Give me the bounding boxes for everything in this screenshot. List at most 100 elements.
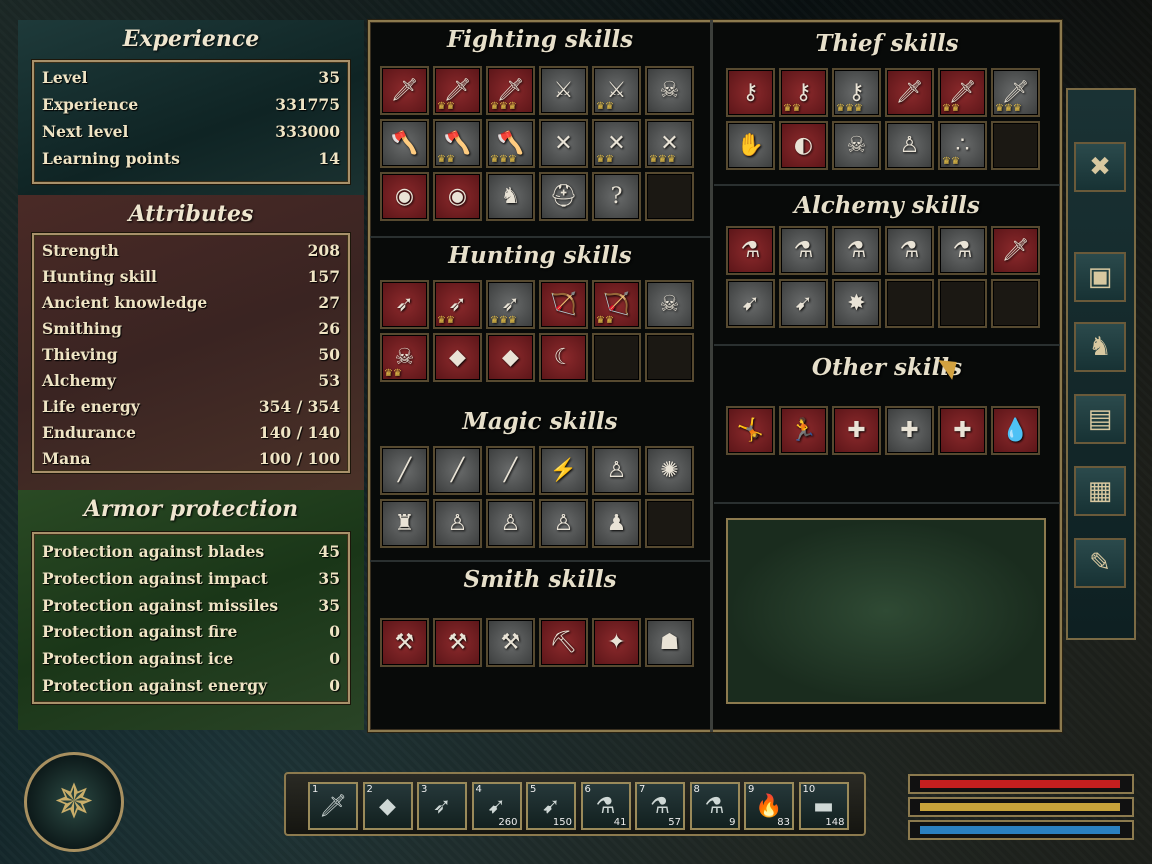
- bow-icon[interactable]: ➶ ♛♛: [433, 280, 482, 329]
- bow-icon: ➶: [432, 793, 452, 819]
- quick-slot-7[interactable]: 7 ⚗ 57: [635, 782, 685, 830]
- troll-icon[interactable]: ☠: [645, 280, 694, 329]
- acrobat-icon[interactable]: ◐: [779, 121, 828, 170]
- hand-icon[interactable]: ✋: [726, 121, 775, 170]
- empty-slot[interactable]: [991, 121, 1040, 170]
- crossbow-icon[interactable]: ✕ ♛♛♛: [645, 119, 694, 168]
- arrow-icon[interactable]: ➹: [726, 279, 775, 328]
- key-icon[interactable]: ⚷ ♛♛♛: [832, 68, 881, 117]
- poison-sword-icon[interactable]: 🗡: [991, 226, 1040, 275]
- fire-regen-icon[interactable]: ✚: [885, 406, 934, 455]
- stat-label: Alchemy: [42, 371, 116, 390]
- plant-potion-icon[interactable]: ⚗: [779, 226, 828, 275]
- green-hide-icon[interactable]: ◆: [486, 333, 535, 382]
- quick-slot-1[interactable]: 1 🗡: [308, 782, 358, 830]
- crossed-swords-icon[interactable]: ⚔ ♛♛: [592, 66, 641, 115]
- empty-slot[interactable]: [645, 172, 694, 221]
- acrobatics-icon[interactable]: 🤸: [726, 406, 775, 455]
- sprint-icon[interactable]: 🏃: [779, 406, 828, 455]
- close-icon[interactable]: ✖: [1074, 142, 1126, 192]
- empty-slot[interactable]: [885, 279, 934, 328]
- pickaxe-icon-glyph: ⛏: [549, 630, 578, 655]
- quick-slot-5[interactable]: 5 ➹ 150: [526, 782, 576, 830]
- potion-icon[interactable]: ⚗: [832, 226, 881, 275]
- axe-icon[interactable]: 🪓 ♛♛♛: [486, 119, 535, 168]
- hide-icon[interactable]: ◆: [433, 333, 482, 382]
- staff-icon[interactable]: ╱: [380, 446, 429, 495]
- anvil-icon[interactable]: ⚒: [433, 618, 482, 667]
- empty-slot[interactable]: [938, 279, 987, 328]
- key-icon[interactable]: ⚷ ♛♛: [779, 68, 828, 117]
- skeleton-icon[interactable]: ☠ ♛♛: [380, 333, 429, 382]
- quick-slot-6[interactable]: 6 ⚗ 41: [580, 782, 631, 830]
- magic-arrow-icon[interactable]: ➹: [779, 279, 828, 328]
- pickpocket-icon[interactable]: 🗡: [885, 68, 934, 117]
- anvil-icon[interactable]: ⚒: [380, 618, 429, 667]
- ogre-icon[interactable]: ☠: [645, 66, 694, 115]
- helmet-icon[interactable]: ⛑: [539, 172, 588, 221]
- quick-slot-2[interactable]: 2 ◆: [362, 782, 413, 830]
- question-mark-icon-glyph: ?: [610, 184, 623, 209]
- empty-slot[interactable]: [592, 333, 641, 382]
- armor-icon[interactable]: ♜: [380, 499, 429, 548]
- claw-icon[interactable]: ☾: [539, 333, 588, 382]
- robe-icon[interactable]: ♙: [486, 499, 535, 548]
- health-regen-icon[interactable]: ✚: [938, 406, 987, 455]
- anvil-icon[interactable]: ⚒: [486, 618, 535, 667]
- bow-icon[interactable]: ➶: [380, 280, 429, 329]
- inventory-chest-icon[interactable]: ▣: [1074, 252, 1126, 302]
- sharpen-icon[interactable]: ✦: [592, 618, 641, 667]
- quick-slot-9[interactable]: 9 🔥 83: [744, 782, 794, 830]
- sword-icon[interactable]: 🗡 ♛♛♛: [486, 66, 535, 115]
- pickpocket-icon[interactable]: 🗡 ♛♛: [938, 68, 987, 117]
- character-icon[interactable]: ♞: [1074, 322, 1126, 372]
- map-icon[interactable]: ▦: [1074, 466, 1126, 516]
- key-icon[interactable]: ⚷: [726, 68, 775, 117]
- empty-slot[interactable]: [991, 279, 1040, 328]
- journal-quill-icon[interactable]: ✎: [1074, 538, 1126, 588]
- quick-slot-10[interactable]: 10 ▬ 148: [798, 782, 849, 830]
- empty-slot[interactable]: [645, 333, 694, 382]
- creature-icon[interactable]: ☠: [832, 121, 881, 170]
- pickaxe-icon[interactable]: ⛏: [539, 618, 588, 667]
- mace-icon[interactable]: ✸: [832, 279, 881, 328]
- brain-icon[interactable]: ✺: [645, 446, 694, 495]
- robe-icon[interactable]: ♙: [539, 499, 588, 548]
- quest-book-icon[interactable]: ▤: [1074, 394, 1126, 444]
- golem-icon[interactable]: ☗: [645, 618, 694, 667]
- robe-icon[interactable]: ♙: [433, 499, 482, 548]
- staff-icon[interactable]: ╱: [486, 446, 535, 495]
- sword-icon[interactable]: 🗡: [380, 66, 429, 115]
- quick-slot-8[interactable]: 8 ⚗ 9: [689, 782, 740, 830]
- staff-icon[interactable]: ╱: [433, 446, 482, 495]
- crossbow-icon[interactable]: ✕ ♛♛: [592, 119, 641, 168]
- red-potion-icon[interactable]: ⚗: [726, 226, 775, 275]
- skeleton-icon-glyph: ☠: [394, 345, 415, 370]
- gold-shield-icon[interactable]: ◉: [433, 172, 482, 221]
- pickpocket-icon[interactable]: 🗡 ♛♛♛: [991, 68, 1040, 117]
- crossbow-icon[interactable]: ✕: [539, 119, 588, 168]
- bow-icon[interactable]: ➶ ♛♛♛: [486, 280, 535, 329]
- figure-icon[interactable]: ♙: [885, 121, 934, 170]
- robe-icon[interactable]: ♙: [592, 446, 641, 495]
- lightning-icon[interactable]: ⚡: [539, 446, 588, 495]
- wooden-shield-icon[interactable]: ◉: [380, 172, 429, 221]
- sword-icon[interactable]: 🗡 ♛♛: [433, 66, 482, 115]
- quick-slot-4[interactable]: 4 ➹ 260: [471, 782, 522, 830]
- knight-icon[interactable]: ♞: [486, 172, 535, 221]
- question-mark-icon[interactable]: ?: [592, 172, 641, 221]
- archer-icon[interactable]: 🏹: [539, 280, 588, 329]
- mana-regen-icon[interactable]: 💧: [991, 406, 1040, 455]
- crossed-swords-icon[interactable]: ⚔: [539, 66, 588, 115]
- regen-icon[interactable]: ✚: [832, 406, 881, 455]
- slot-number: 3: [421, 784, 428, 795]
- drops-icon[interactable]: ∴ ♛♛: [938, 121, 987, 170]
- quick-slot-3[interactable]: 3 ➶: [417, 782, 467, 830]
- archer-icon[interactable]: 🏹 ♛♛: [592, 280, 641, 329]
- potion-icon[interactable]: ⚗: [885, 226, 934, 275]
- empty-slot[interactable]: [645, 499, 694, 548]
- ghost-potion-icon[interactable]: ⚗: [938, 226, 987, 275]
- dark-robe-icon[interactable]: ♟: [592, 499, 641, 548]
- axe-icon[interactable]: 🪓 ♛♛: [433, 119, 482, 168]
- axe-icon[interactable]: 🪓: [380, 119, 429, 168]
